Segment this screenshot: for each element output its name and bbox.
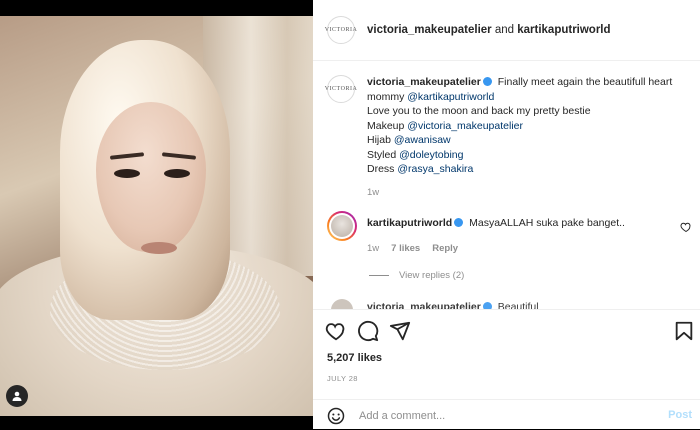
like-comment-heart-icon[interactable] xyxy=(680,221,692,233)
post-date[interactable]: JULY 28 xyxy=(327,374,358,383)
comment-avatar[interactable] xyxy=(331,299,353,309)
caption-hijab-label: Hijab xyxy=(367,134,394,146)
verified-badge-icon xyxy=(482,77,492,86)
comment-text: kartikaputriworld MasyaALLAH suka pake b… xyxy=(367,217,625,229)
header-username[interactable]: victoria_makeupatelier xyxy=(367,24,492,36)
emoji-icon[interactable] xyxy=(327,407,345,425)
right-eye xyxy=(164,169,190,178)
caption-time[interactable]: 1w xyxy=(367,187,379,198)
reply-button[interactable]: Reply xyxy=(432,243,458,254)
mention-link[interactable]: @victoria_makeupatelier xyxy=(407,120,523,132)
instagram-post-modal: VICTORIA victoria_makeupatelier and kart… xyxy=(0,0,700,429)
comment-bubble-icon[interactable] xyxy=(357,320,379,342)
post-photo[interactable] xyxy=(0,16,313,416)
view-replies[interactable]: View replies (2) xyxy=(369,270,464,281)
caption-makeup-label: Makeup xyxy=(367,119,408,132)
likes-count[interactable]: 5,207 likes xyxy=(327,352,382,364)
action-bar xyxy=(313,309,700,350)
header-joiner: and xyxy=(491,24,518,36)
comment-meta: 1w 7 likes Reply xyxy=(367,243,458,254)
header-title: victoria_makeupatelier and kartikaputriw… xyxy=(367,24,611,36)
caption-avatar[interactable]: VICTORIA xyxy=(325,75,357,103)
comment-username[interactable]: kartikaputriworld xyxy=(367,217,452,229)
caption-username[interactable]: victoria_makeupatelier xyxy=(367,76,481,88)
caption-text: victoria_makeupatelier Finally meet agai… xyxy=(367,75,692,200)
comment-text: victoria_makeupatelier Beautiful xyxy=(367,301,539,309)
caption-line2: Love you to the moon and back my pretty … xyxy=(367,105,591,117)
story-ring-avatar[interactable] xyxy=(327,211,357,241)
comment-username[interactable]: victoria_makeupatelier xyxy=(367,301,481,309)
add-comment-bar: Post xyxy=(313,399,700,430)
comment-body: MasyaALLAH suka pake banget.. xyxy=(466,217,625,229)
mention-link[interactable]: @awanisaw xyxy=(394,134,451,146)
mention-link[interactable]: @doleytobing xyxy=(399,149,463,161)
comments-section[interactable]: VICTORIA victoria_makeupatelier Finally … xyxy=(313,61,700,309)
mention-link[interactable]: @kartikaputriworld xyxy=(407,91,494,103)
verified-badge-icon xyxy=(482,302,492,309)
replies-line xyxy=(369,275,389,276)
mention-link[interactable]: @rasya_shakira xyxy=(397,163,473,175)
bookmark-icon[interactable] xyxy=(673,320,695,342)
comment-input[interactable] xyxy=(357,405,641,427)
comment-body: Beautiful xyxy=(494,301,539,309)
header-avatar[interactable]: VICTORIA xyxy=(325,16,357,44)
caption-dress-label: Dress xyxy=(367,163,398,175)
post-side-panel: VICTORIA victoria_makeupatelier and kart… xyxy=(313,0,700,429)
header-collaborator[interactable]: kartikaputriworld xyxy=(517,24,610,36)
like-heart-icon[interactable] xyxy=(325,320,347,342)
post-comment-button[interactable]: Post xyxy=(668,409,692,421)
comment-time[interactable]: 1w xyxy=(367,243,379,254)
caption-styled-label: Styled xyxy=(367,148,400,161)
view-replies-label[interactable]: View replies (2) xyxy=(399,270,464,281)
share-plane-icon[interactable] xyxy=(389,320,411,342)
post-header: VICTORIA victoria_makeupatelier and kart… xyxy=(313,0,700,61)
post-media[interactable] xyxy=(0,0,313,429)
comment-likes[interactable]: 7 likes xyxy=(391,243,420,254)
tagged-users-icon[interactable] xyxy=(6,385,28,407)
face xyxy=(96,102,206,252)
left-eye xyxy=(114,169,140,178)
lips xyxy=(141,242,177,254)
verified-badge-icon xyxy=(454,218,464,227)
comment-item: victoria_makeupatelier Beautiful xyxy=(327,299,687,309)
